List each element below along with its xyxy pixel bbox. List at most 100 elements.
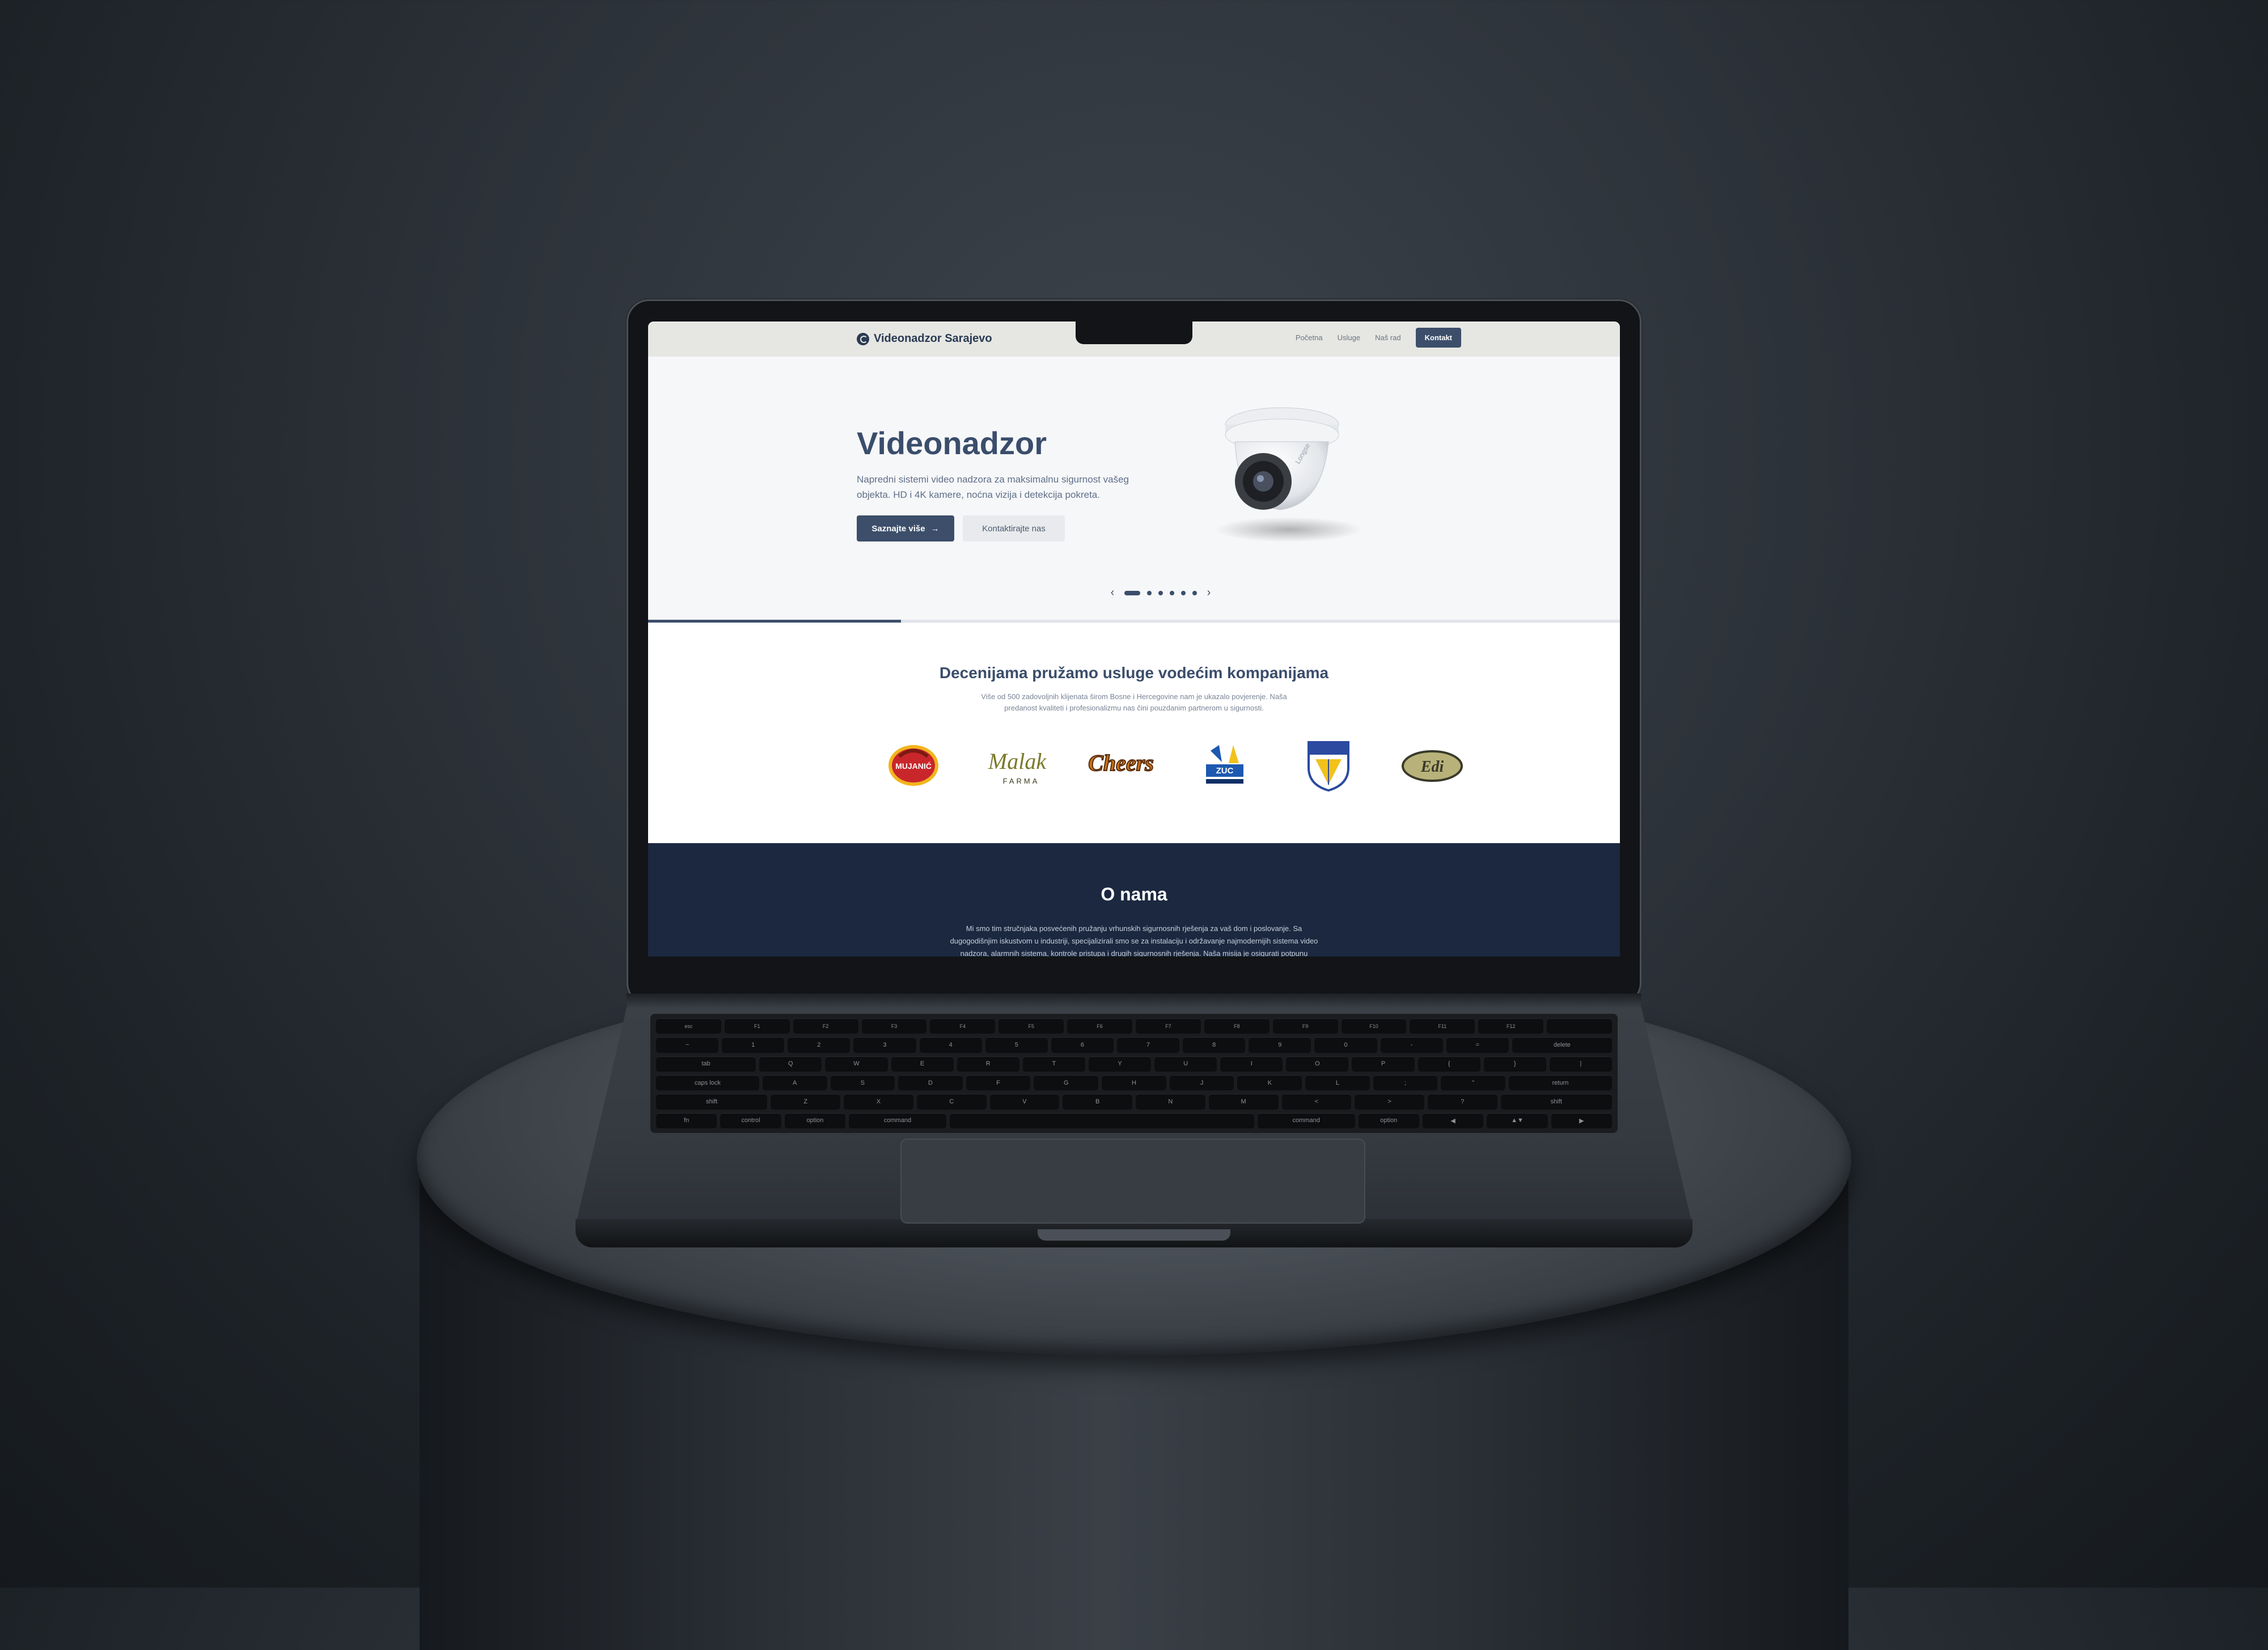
carousel-dot[interactable] [1158, 590, 1163, 595]
keyboard-key[interactable]: option [784, 1112, 846, 1128]
chevron-right-icon[interactable]: › [1204, 586, 1214, 599]
keyboard-key[interactable]: X [844, 1094, 913, 1110]
keyboard-key[interactable]: = [1446, 1037, 1509, 1053]
about-title: O nama [1101, 884, 1167, 904]
keyboard-key[interactable]: option [1358, 1112, 1419, 1128]
client-logo-zuc-text: ZUC [1216, 766, 1233, 776]
keyboard-key[interactable]: R [957, 1056, 1019, 1072]
carousel-dot[interactable] [1170, 590, 1174, 595]
keyboard-key[interactable]: O [1286, 1056, 1349, 1072]
keyboard-key[interactable]: D [898, 1074, 963, 1091]
keyboard-key[interactable]: F8 [1204, 1018, 1270, 1034]
keyboard-key[interactable]: Y [1088, 1056, 1152, 1072]
keyboard-key[interactable]: 1 [722, 1037, 785, 1053]
keyboard-key[interactable]: ; [1373, 1074, 1438, 1091]
keyboard-key[interactable]: 2 [788, 1037, 850, 1053]
keyboard-key[interactable]: ? [1427, 1094, 1497, 1110]
keyboard-key[interactable]: F6 [1067, 1018, 1133, 1034]
nav-link-work[interactable]: Naš rad [1375, 333, 1401, 342]
keyboard-row: tab Q W E R T Y U I O P{} | [656, 1056, 1613, 1072]
keyboard-key[interactable]: E [891, 1056, 954, 1072]
contact-us-button[interactable]: Kontaktirajte nas [963, 515, 1065, 541]
nav-link-services[interactable]: Usluge [1338, 333, 1360, 342]
keyboard-key[interactable]: H [1102, 1074, 1166, 1091]
keyboard-key[interactable]: F7 [1136, 1018, 1201, 1034]
keyboard-key[interactable]: K [1237, 1074, 1302, 1091]
keyboard-key[interactable]: F9 [1272, 1018, 1338, 1034]
keyboard-key[interactable]: caps lock [656, 1074, 759, 1091]
carousel-dot[interactable] [1181, 590, 1186, 595]
nav-link-home[interactable]: Početna [1296, 333, 1323, 342]
keyboard-key[interactable]: < [1281, 1094, 1352, 1110]
keyboard-key[interactable]: ~ [656, 1037, 719, 1053]
keyboard-key[interactable]: | [1549, 1056, 1613, 1072]
keyboard-key[interactable]: F [966, 1074, 1031, 1091]
keyboard-key[interactable]: P [1352, 1056, 1415, 1072]
keyboard-key[interactable]: 4 [919, 1037, 982, 1053]
client-logo-zuc: ZUC [1180, 737, 1268, 793]
keyboard-key[interactable]: G [1034, 1074, 1099, 1091]
keyboard-key[interactable]: delete [1512, 1037, 1613, 1053]
keyboard-key[interactable]: F5 [998, 1018, 1064, 1034]
keyboard-key[interactable]: 6 [1051, 1037, 1114, 1053]
keyboard-key[interactable]: F10 [1341, 1018, 1407, 1034]
carousel-dot[interactable] [1124, 590, 1140, 595]
keyboard-key[interactable]: F12 [1478, 1018, 1544, 1034]
keyboard-key[interactable]: F11 [1410, 1018, 1475, 1034]
keyboard-key[interactable] [1547, 1018, 1613, 1034]
keyboard-key[interactable]: J [1169, 1074, 1234, 1091]
carousel-controls: ‹ › [1107, 586, 1214, 599]
keyboard-key[interactable]: A [762, 1074, 827, 1091]
carousel-dot[interactable] [1147, 590, 1152, 595]
hero-progress-fill [648, 620, 901, 623]
keyboard-key[interactable] [949, 1112, 1254, 1128]
keyboard-key[interactable]: N [1136, 1094, 1205, 1110]
keyboard-key[interactable]: { [1417, 1056, 1480, 1072]
keyboard-key[interactable]: M [1208, 1094, 1279, 1110]
chevron-left-icon[interactable]: ‹ [1107, 586, 1118, 599]
keyboard-key[interactable]: L [1305, 1074, 1370, 1091]
keyboard-key[interactable]: C [916, 1094, 987, 1110]
keyboard-key[interactable]: I [1220, 1056, 1283, 1072]
keyboard-key[interactable]: S [830, 1074, 895, 1091]
keyboard-key[interactable]: 5 [985, 1037, 1048, 1053]
keyboard-key[interactable]: V [989, 1094, 1060, 1110]
keyboard-key[interactable]: command [849, 1112, 946, 1128]
keyboard-key[interactable]: } [1483, 1056, 1546, 1072]
keyboard-key[interactable]: B [1063, 1094, 1133, 1110]
nav-contact-button[interactable]: Kontakt [1415, 328, 1461, 348]
keyboard-key[interactable]: shift [1500, 1094, 1613, 1110]
keyboard-key[interactable]: W [825, 1056, 888, 1072]
keyboard-key[interactable]: > [1355, 1094, 1424, 1110]
keyboard-key[interactable]: F4 [930, 1018, 996, 1034]
keyboard-key[interactable]: 0 [1314, 1037, 1377, 1053]
keyboard-key[interactable]: ◀ [1422, 1112, 1484, 1128]
keyboard-key[interactable]: T [1022, 1056, 1085, 1072]
keyboard-key[interactable]: shift [656, 1094, 768, 1110]
carousel-dot[interactable] [1192, 590, 1197, 595]
keyboard-key[interactable]: control [720, 1112, 781, 1128]
keyboard-key[interactable]: 7 [1116, 1037, 1180, 1053]
keyboard-key[interactable]: " [1441, 1074, 1506, 1091]
keyboard-key[interactable]: 9 [1249, 1037, 1311, 1053]
keyboard-key[interactable]: esc [656, 1018, 721, 1034]
keyboard-key[interactable]: Q [759, 1056, 822, 1072]
client-logo-edi-text: Edi [1420, 758, 1444, 776]
keyboard-key[interactable]: F2 [793, 1018, 858, 1034]
keyboard-key[interactable]: return [1509, 1074, 1612, 1091]
trackpad[interactable] [900, 1139, 1365, 1224]
brand[interactable]: Videonadzor Sarajevo [857, 332, 992, 345]
keyboard-key[interactable]: fn [656, 1112, 717, 1128]
keyboard-key[interactable]: F3 [861, 1018, 927, 1034]
keyboard-key[interactable]: - [1380, 1037, 1443, 1053]
keyboard-key[interactable]: 3 [853, 1037, 916, 1053]
keyboard-key[interactable]: Z [771, 1094, 841, 1110]
keyboard-key[interactable]: ▶ [1551, 1112, 1613, 1128]
keyboard-key[interactable]: F1 [724, 1018, 790, 1034]
learn-more-button[interactable]: Saznajte više → [857, 515, 954, 541]
keyboard-key[interactable]: ▲▼ [1487, 1112, 1548, 1128]
keyboard-key[interactable]: U [1154, 1056, 1217, 1072]
keyboard-key[interactable]: tab [656, 1056, 756, 1072]
keyboard-key[interactable]: command [1257, 1112, 1355, 1128]
keyboard-key[interactable]: 8 [1183, 1037, 1246, 1053]
